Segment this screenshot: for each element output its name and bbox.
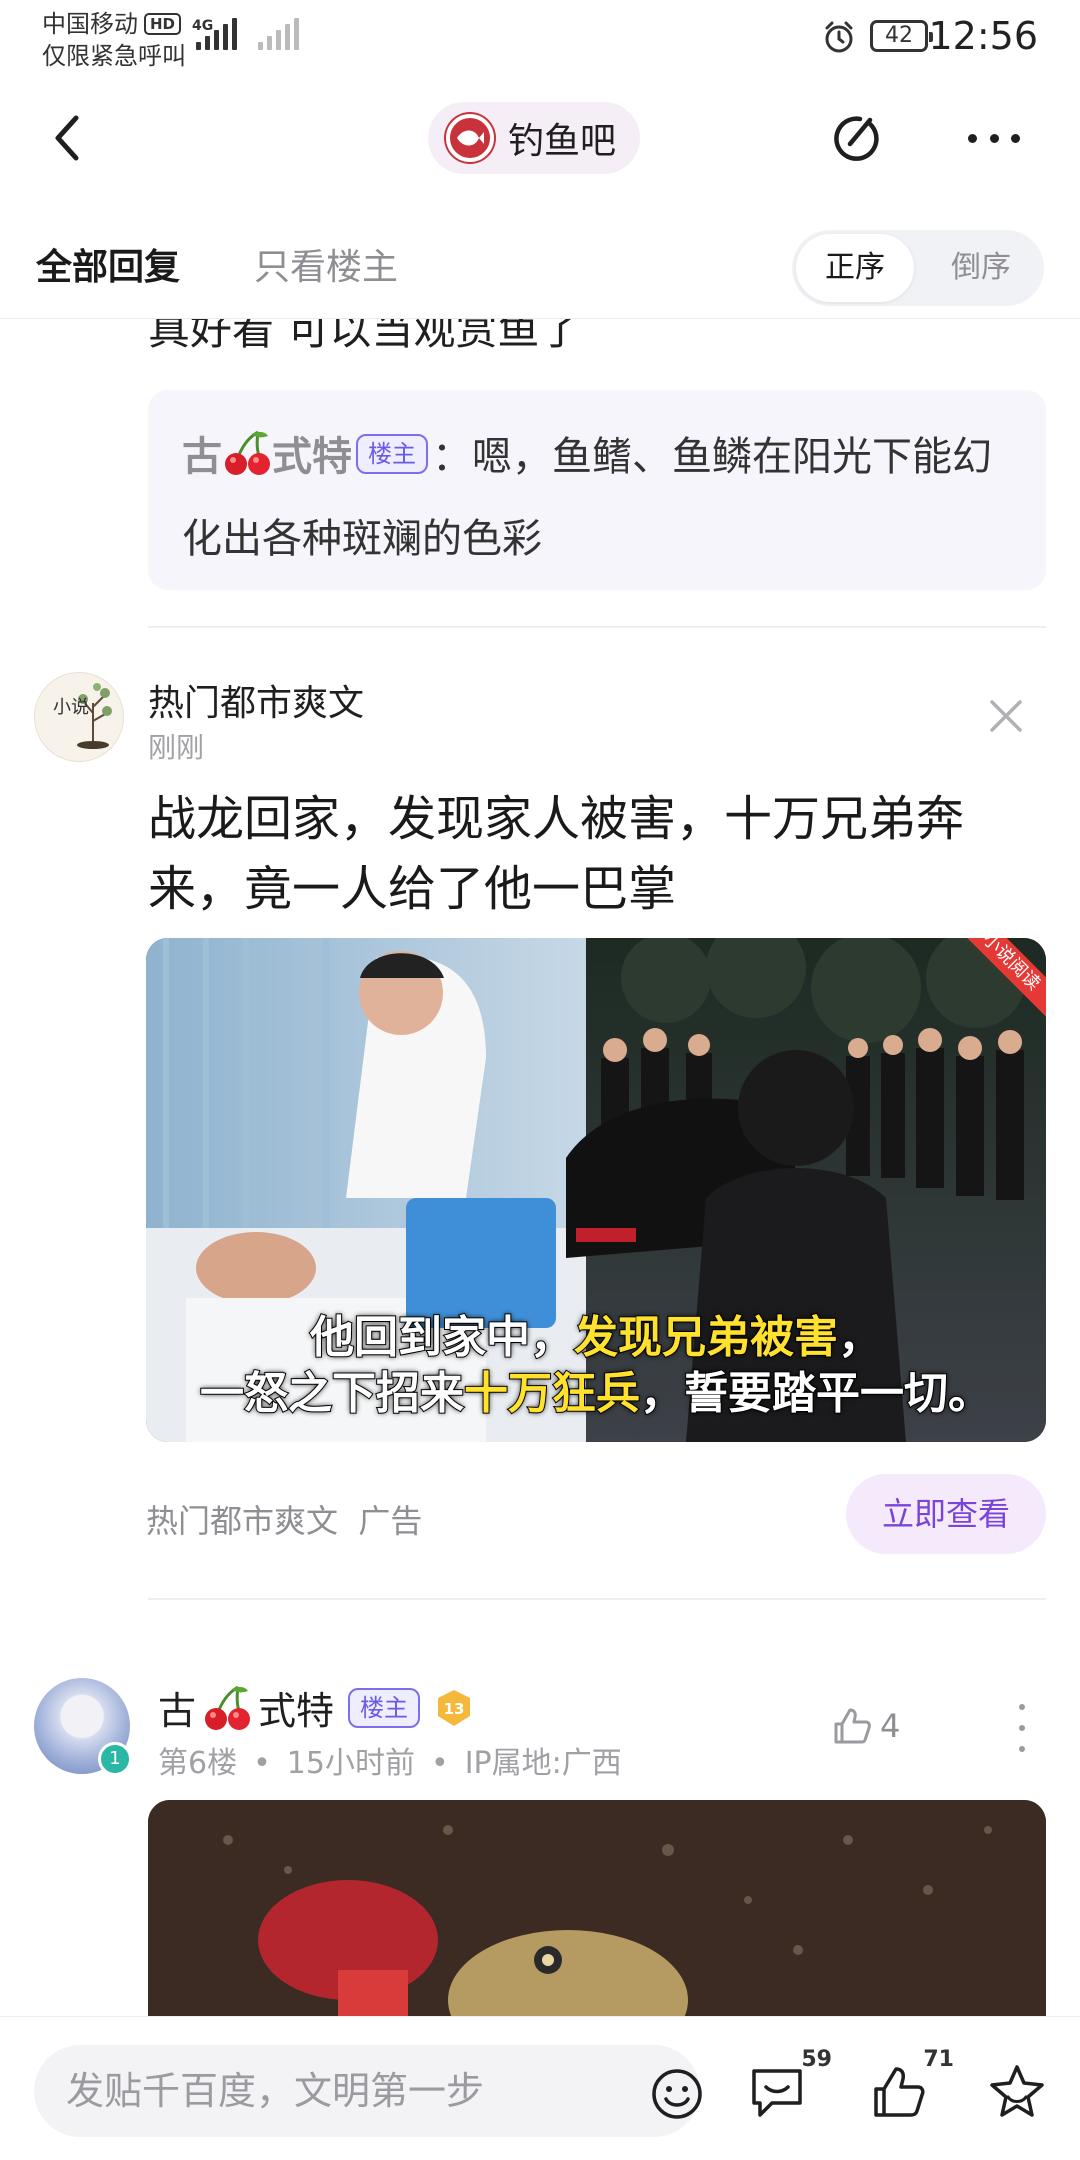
- user-avatar[interactable]: 1: [34, 1678, 132, 1776]
- battery-icon: 42: [870, 20, 933, 52]
- comments-button[interactable]: 59: [746, 2047, 832, 2123]
- favorite-button[interactable]: [986, 2061, 1048, 2123]
- comment-icon: [752, 2069, 802, 2117]
- thumbs-up-icon: [874, 2067, 925, 2117]
- fish-photo-illustration: [148, 1800, 1046, 2020]
- back-icon[interactable]: [40, 108, 100, 168]
- tab-owner-only[interactable]: 只看楼主: [254, 238, 398, 290]
- sort-order-toggle: 正序 倒序: [792, 230, 1044, 306]
- compose-input[interactable]: 发贴千百度，文明第一步: [34, 2045, 702, 2137]
- post-more-icon[interactable]: [1012, 1704, 1032, 1752]
- divider: [148, 1598, 1046, 1600]
- top-nav: 钓鱼吧: [0, 90, 1080, 190]
- sort-ascending-button[interactable]: 正序: [796, 234, 914, 302]
- carrier-label: 中国移动 HD: [42, 8, 182, 40]
- share-edit-icon[interactable]: [826, 108, 886, 168]
- sub-reply-card[interactable]: 古式特 楼主 ：嗯，鱼鳍、鱼鳞在阳光下能幻化出各种斑斓的色彩: [148, 390, 1046, 590]
- post-image[interactable]: [148, 1800, 1046, 2020]
- ad-caption: 他回到家中，发现兄弟被害， 一怒之下招来十万狂兵，誓要踏平一切。: [199, 1311, 993, 1420]
- svg-text:小说: 小说: [53, 697, 89, 718]
- clock: 12:56: [928, 14, 1038, 58]
- vip-level-badge-icon: 13: [438, 1689, 471, 1726]
- cherry-icon: [205, 1685, 251, 1730]
- view-now-button[interactable]: 立即查看: [846, 1474, 1046, 1554]
- like-count: 71: [923, 2047, 954, 2072]
- owner-tag: 楼主: [348, 1687, 421, 1728]
- user-level-badge: 1: [98, 1742, 132, 1776]
- reply-filter-bar: 全部回复 只看楼主 正序 倒序: [0, 226, 1080, 316]
- emergency-label: 仅限紧急呼叫: [42, 42, 186, 70]
- svg-text:13: 13: [444, 1700, 465, 1718]
- post-time: 15小时前: [286, 1746, 415, 1781]
- owner-tag: 楼主: [356, 434, 428, 474]
- close-icon[interactable]: [984, 694, 1028, 738]
- ad-image[interactable]: 小说阅读 他回到家中，发现兄弟被害， 一怒之下招来十万狂兵，誓要踏平一切。: [146, 938, 1046, 1442]
- post-like-button[interactable]: 4: [830, 1704, 900, 1748]
- like-thread-button[interactable]: 71: [868, 2047, 954, 2123]
- star-icon: [990, 2065, 1044, 2117]
- ad-avatar[interactable]: 小说: [34, 672, 124, 762]
- reply-author[interactable]: 古式特: [182, 430, 352, 480]
- forum-name: 钓鱼吧: [508, 121, 617, 162]
- signal-strength-icon: [196, 18, 237, 50]
- tab-all-replies[interactable]: 全部回复: [36, 238, 180, 290]
- signal-none-icon: [258, 18, 299, 50]
- thumbs-up-icon: [834, 1708, 871, 1744]
- more-options-icon[interactable]: [964, 108, 1024, 168]
- alarm-icon: [825, 21, 853, 53]
- forum-link[interactable]: 钓鱼吧: [428, 102, 641, 174]
- status-bar: 中国移动 HD 仅限紧急呼叫 4G 42 12:56: [0, 0, 1080, 80]
- sort-descending-button[interactable]: 倒序: [922, 234, 1040, 302]
- divider: [148, 626, 1046, 628]
- ad-timestamp: 刚刚: [148, 731, 205, 764]
- floor-number: 第6楼: [158, 1746, 238, 1781]
- ad-title[interactable]: 战龙回家，发现家人被害，十万兄弟奔来，竟一人给了他一巴掌: [148, 784, 1048, 924]
- novel-logo-icon: 小说: [53, 683, 112, 749]
- bottom-action-bar: 发贴千百度，文明第一步 59 71: [0, 2016, 1080, 2160]
- cherry-icon: [225, 430, 270, 475]
- like-count: 4: [880, 1707, 901, 1745]
- hd-badge: HD: [144, 13, 182, 35]
- compose-placeholder: 发贴千百度，文明第一步: [66, 2069, 485, 2113]
- post-meta: 第6楼 • 15小时前 • IP属地:广西: [158, 1746, 622, 1781]
- ip-location: IP属地:广西: [464, 1746, 622, 1781]
- post-author[interactable]: 古式特 楼主 13: [158, 1680, 474, 1735]
- ad-source-label: 热门都市爽文 广告: [146, 1502, 423, 1540]
- comment-count: 59: [801, 2047, 832, 2072]
- divider: [0, 318, 1080, 319]
- carrier-name: 中国移动: [42, 10, 138, 38]
- fish-logo-icon: [446, 114, 494, 162]
- emoji-icon[interactable]: [650, 2067, 704, 2121]
- ad-account-name[interactable]: 热门都市爽文: [148, 674, 364, 726]
